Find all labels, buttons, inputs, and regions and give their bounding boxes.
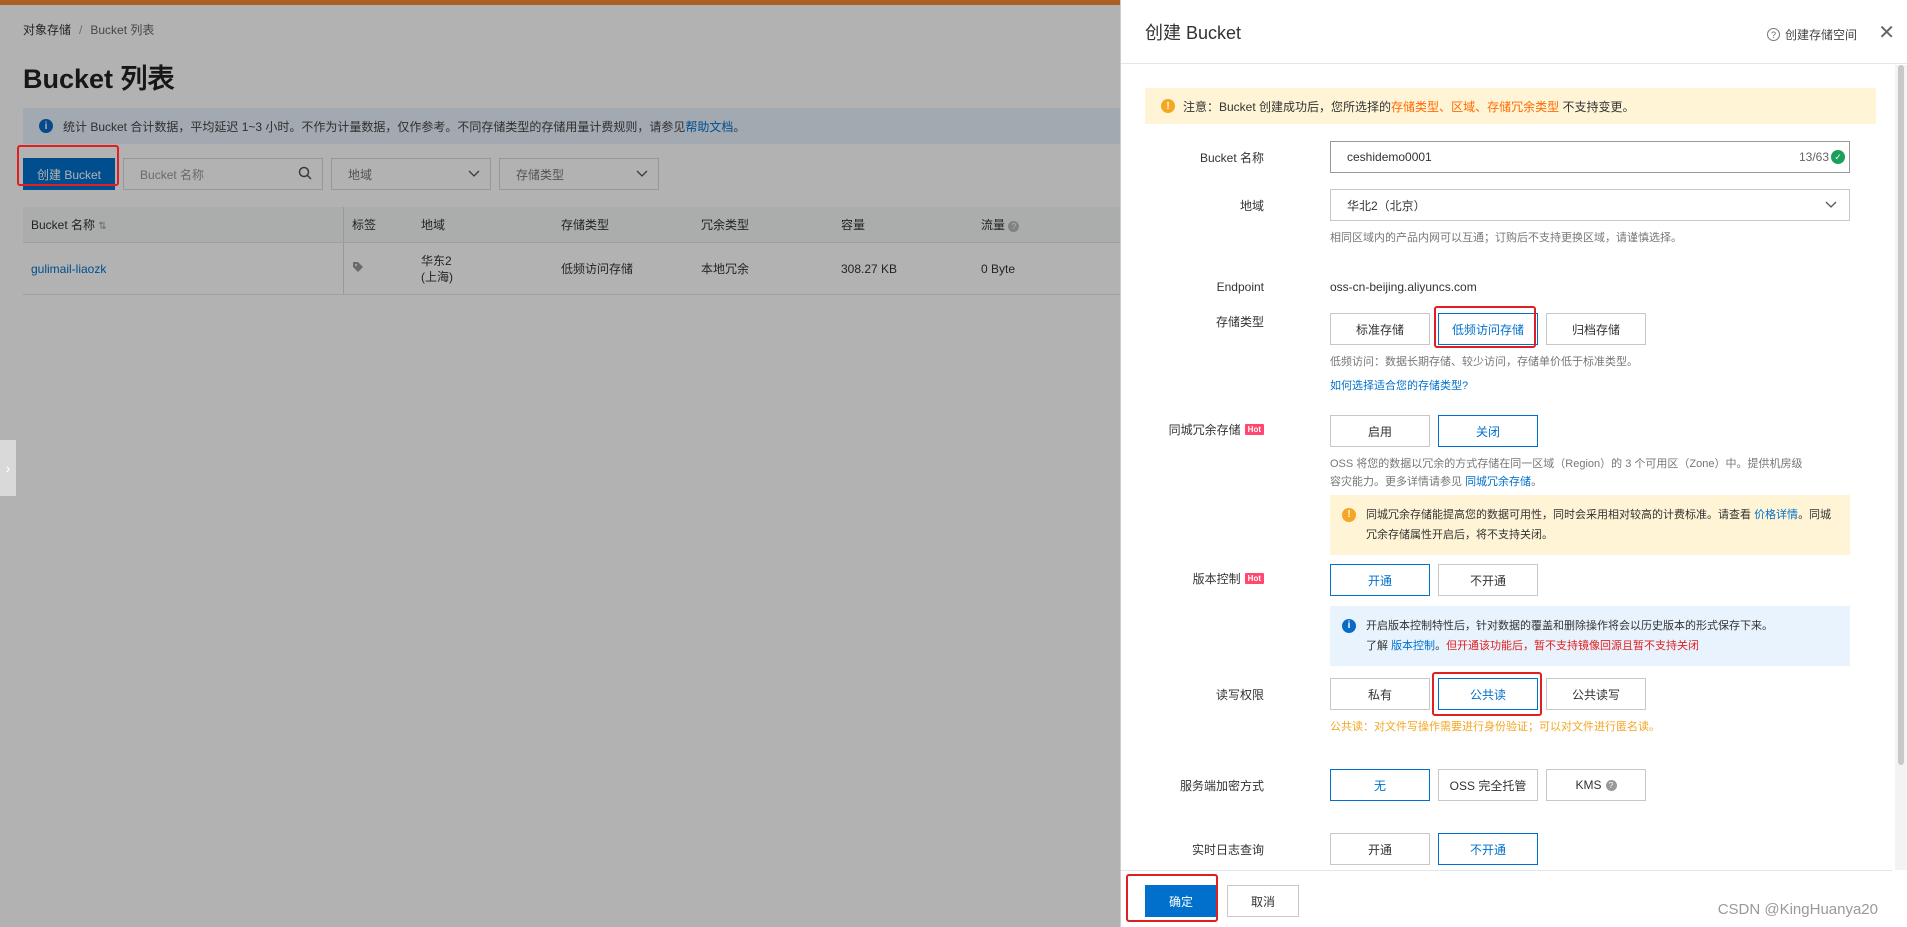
notice-banner: ! 注意：Bucket 创建成功后，您所选择的 存储类型、区域、存储冗余类型 不支… — [1145, 88, 1876, 124]
encryption-oss-option[interactable]: OSS 完全托管 — [1438, 769, 1538, 801]
storage-ia-option[interactable]: 低频访问存储 — [1438, 313, 1538, 345]
storage-class-label: 存储类型 — [1215, 315, 1264, 329]
hot-badge: Hot — [1244, 424, 1264, 435]
zrs-label: 同城冗余存储 Hot — [1169, 421, 1264, 438]
info-icon: i — [1342, 619, 1356, 633]
chevron-right-icon: › — [5, 460, 11, 476]
region-help: 相同区域内的产品内网可以互通；订购后不支持更换区域，请谨慎选择。 — [1330, 232, 1682, 244]
versioning-doc-link[interactable]: 版本控制 — [1391, 640, 1435, 652]
zrs-help: OSS 将您的数据以冗余的方式存储在同一区域（Region）的 3 个可用区（Z… — [1330, 458, 1803, 488]
versioning-label: 版本控制 Hot — [1193, 570, 1264, 587]
zrs-enable-option[interactable]: 启用 — [1330, 415, 1430, 447]
encryption-none-option[interactable]: 无 — [1330, 769, 1430, 801]
modal-backdrop[interactable] — [0, 0, 1120, 927]
drawer-header: 创建 Bucket ? 创建存储空间 ✕ — [1121, 0, 1907, 64]
drawer-body: ! 注意：Bucket 创建成功后，您所选择的 存储类型、区域、存储冗余类型 不支… — [1121, 65, 1892, 870]
acl-public-read-write-option[interactable]: 公共读写 — [1546, 678, 1646, 710]
bucket-name-input[interactable]: ceshidemo0001 13/63 ✓ — [1330, 141, 1850, 173]
warning-icon: ! — [1342, 508, 1356, 522]
versioning-enable-option[interactable]: 开通 — [1330, 564, 1430, 596]
realtime-log-enable-option[interactable]: 开通 — [1330, 833, 1430, 865]
zrs-group: 启用 关闭 — [1330, 415, 1850, 447]
endpoint-label: Endpoint — [1216, 280, 1264, 294]
encryption-label: 服务端加密方式 — [1179, 779, 1264, 793]
zrs-doc-link[interactable]: 同城冗余存储 — [1465, 476, 1531, 488]
drawer-footer: 确定 取消 CSDN @KingHuanya20 — [1121, 870, 1892, 927]
storage-standard-option[interactable]: 标准存储 — [1330, 313, 1430, 345]
char-counter: 13/63 — [1798, 150, 1829, 164]
zrs-disable-option[interactable]: 关闭 — [1438, 415, 1538, 447]
side-expand-tab[interactable]: › — [0, 440, 16, 496]
encryption-kms-option[interactable]: KMS? — [1546, 769, 1646, 801]
realtime-log-disable-option[interactable]: 不开通 — [1438, 833, 1538, 865]
region-select[interactable]: 华北2（北京） — [1330, 189, 1850, 221]
create-bucket-help-link[interactable]: ? 创建存储空间 — [1766, 26, 1857, 43]
endpoint-value: oss-cn-beijing.aliyuncs.com — [1330, 280, 1477, 294]
versioning-disable-option[interactable]: 不开通 — [1438, 564, 1538, 596]
question-icon: ? — [1766, 28, 1780, 41]
versioning-group: 开通 不开通 — [1330, 564, 1850, 596]
versioning-tip: i 开启版本控制特性后，针对数据的覆盖和删除操作将会以历史版本的形式保存下来。 … — [1330, 606, 1850, 666]
check-icon: ✓ — [1831, 150, 1845, 164]
create-bucket-drawer: 创建 Bucket ? 创建存储空间 ✕ ! 注意：Bucket 创建成功后，您所… — [1120, 0, 1907, 927]
drawer-title: 创建 Bucket — [1145, 22, 1242, 43]
price-detail-link[interactable]: 价格详情 — [1754, 509, 1798, 521]
acl-public-read-option[interactable]: 公共读 — [1438, 678, 1538, 710]
realtime-log-group: 开通 不开通 — [1330, 833, 1538, 865]
chevron-down-icon — [1825, 198, 1845, 212]
cancel-button[interactable]: 取消 — [1227, 885, 1299, 917]
help-icon[interactable]: ? — [1605, 779, 1617, 791]
storage-archive-option[interactable]: 归档存储 — [1546, 313, 1646, 345]
confirm-button[interactable]: 确定 — [1145, 885, 1217, 917]
acl-warning: 公共读：对文件写操作需要进行身份验证；可以对文件进行匿名读。 — [1330, 721, 1660, 733]
warning-icon: ! — [1161, 99, 1175, 113]
drawer-scrollbar[interactable] — [1895, 65, 1907, 870]
realtime-log-label: 实时日志查询 — [1191, 843, 1264, 857]
region-label: 地域 — [1239, 199, 1264, 213]
encryption-group: 无 OSS 完全托管 KMS? — [1330, 769, 1646, 801]
storage-class-help: 低频访问：数据长期存储、较少访问，存储单价低于标准类型。 — [1330, 356, 1638, 368]
scroll-thumb[interactable] — [1898, 65, 1904, 765]
hot-badge: Hot — [1244, 573, 1264, 584]
acl-label: 读写权限 — [1215, 688, 1264, 702]
zrs-tip: ! 同城冗余存储能提高您的数据可用性，同时会采用相对较高的计费标准。请查看 价格… — [1330, 495, 1850, 555]
close-icon[interactable]: ✕ — [1878, 20, 1895, 45]
storage-class-group: 标准存储 低频访问存储 归档存储 — [1330, 313, 1646, 345]
acl-private-option[interactable]: 私有 — [1330, 678, 1430, 710]
storage-class-guide-link[interactable]: 如何选择适合您的存储类型? — [1330, 377, 1646, 393]
watermark: CSDN @KingHuanya20 — [1717, 901, 1878, 918]
bucket-name-label: Bucket 名称 — [1199, 151, 1264, 165]
acl-group: 私有 公共读 公共读写 — [1330, 678, 1660, 710]
